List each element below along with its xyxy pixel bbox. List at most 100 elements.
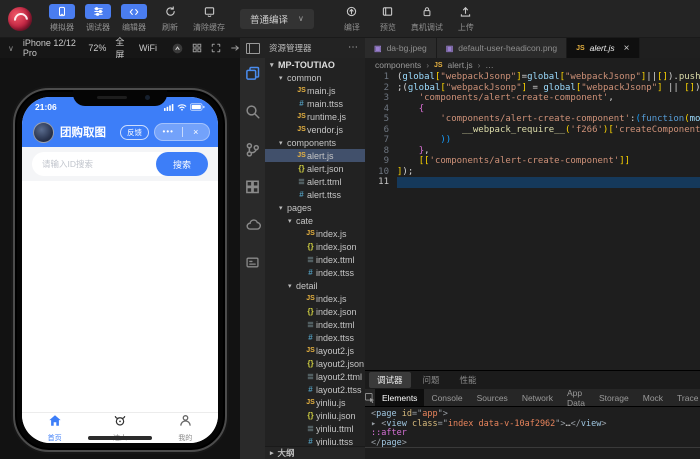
- tree-item[interactable]: #layout2.ttss: [265, 383, 365, 396]
- elements-tree[interactable]: <page id="app">▸ <view class="index data…: [365, 407, 700, 447]
- devtools-tab-storage[interactable]: Storage: [592, 389, 636, 406]
- tree-item[interactable]: ▾pages: [265, 201, 365, 214]
- tree-item[interactable]: #index.ttss: [265, 331, 365, 344]
- feedback-pill-button[interactable]: 反馈: [120, 125, 149, 140]
- network-mode[interactable]: WiFi: [139, 43, 157, 53]
- tree-item[interactable]: ≣layout2.ttml: [265, 370, 365, 383]
- outline-section[interactable]: ▸ 大纲: [265, 446, 365, 459]
- editor-tab[interactable]: ▣da-bg.jpeg: [365, 38, 437, 58]
- tree-item[interactable]: JSindex.js: [265, 227, 365, 240]
- code-lines[interactable]: 1(global["webpackJsonp"]=global["webpack…: [365, 72, 700, 188]
- editor-tab[interactable]: JSalert.js×: [567, 38, 639, 58]
- panel-tab[interactable]: 性能: [452, 372, 485, 388]
- compile-mode-select[interactable]: 普通编译 ∨: [240, 9, 314, 29]
- collapse-arrow-icon[interactable]: [230, 43, 240, 53]
- tree-item[interactable]: ≣index.ttml: [265, 318, 365, 331]
- grid-icon[interactable]: [192, 43, 202, 53]
- tree-item[interactable]: JSyinliu.js: [265, 396, 365, 409]
- dom-node-line[interactable]: ::after: [371, 429, 700, 439]
- breadcrumb-folder[interactable]: components: [375, 60, 421, 70]
- code-line[interactable]: 4 {: [365, 104, 700, 115]
- code-line[interactable]: 5 'components/alert-create-component':(f…: [365, 114, 700, 125]
- tree-item[interactable]: #index.ttss: [265, 266, 365, 279]
- tree-item[interactable]: JSlayout2.js: [265, 344, 365, 357]
- search-input[interactable]: 请输入ID搜索: [32, 152, 168, 176]
- avatar[interactable]: [33, 122, 54, 143]
- devtools-tab-app-data[interactable]: App Data: [560, 389, 592, 406]
- device-chevron-icon[interactable]: ∨: [8, 44, 14, 53]
- toolbar-simulator-button[interactable]: 模拟器: [49, 4, 75, 33]
- panel-tab[interactable]: 问题: [415, 372, 448, 388]
- tree-item[interactable]: #main.ttss: [265, 97, 365, 110]
- panel-tab[interactable]: 调试器: [369, 372, 411, 388]
- extensions-icon[interactable]: [245, 180, 261, 196]
- tree-item[interactable]: ≣yinliu.ttml: [265, 422, 365, 435]
- toolbar-editor-button[interactable]: 编辑器: [121, 4, 147, 33]
- tree-item[interactable]: JSalert.js: [265, 149, 365, 162]
- tree-item[interactable]: JSindex.js: [265, 292, 365, 305]
- screenshot-icon[interactable]: [211, 43, 221, 53]
- editor-tab[interactable]: ▣default-user-headicon.png: [437, 38, 567, 58]
- home-indicator[interactable]: [88, 436, 152, 440]
- toolbar-debugger-button[interactable]: 调试器: [85, 4, 111, 33]
- sidebar-panel-icon[interactable]: [246, 43, 260, 54]
- tree-item[interactable]: JSvendor.js: [265, 123, 365, 136]
- code-line[interactable]: 9 [['components/alert-create-component']…: [365, 156, 700, 167]
- breadcrumb-file[interactable]: alert.js: [448, 60, 473, 70]
- toolbar-refresh-button[interactable]: 刷新: [157, 4, 183, 33]
- tree-item[interactable]: {}yinliu.json: [265, 409, 365, 422]
- tree-item[interactable]: ▾common: [265, 71, 365, 84]
- more-menu-icon[interactable]: •••: [155, 129, 182, 135]
- more-actions-icon[interactable]: ⋯: [348, 45, 359, 51]
- zoom-level[interactable]: 72%: [88, 43, 106, 53]
- tree-item[interactable]: ≣index.ttml: [265, 253, 365, 266]
- toolbar-device-debug-button[interactable]: 真机调试: [411, 4, 443, 33]
- code-line[interactable]: 8 },: [365, 146, 700, 157]
- code-line[interactable]: 10]);: [365, 167, 700, 178]
- tabbar-item-我的[interactable]: 我的: [153, 413, 218, 443]
- dom-node-line[interactable]: ▸ <view class="index data-v-10af2962">…<…: [371, 420, 700, 430]
- devtools-tab-sources[interactable]: Sources: [470, 389, 515, 406]
- menu-circle-icon[interactable]: [172, 43, 183, 54]
- tree-root-item[interactable]: ▾MP-TOUTIAO: [265, 58, 365, 71]
- current-code-line[interactable]: 11: [365, 177, 700, 188]
- toolbar-upload-button[interactable]: 上传: [453, 4, 479, 33]
- console-drawer[interactable]: [365, 447, 700, 459]
- devtools-tab-elements[interactable]: Elements: [375, 389, 424, 406]
- close-miniapp-icon[interactable]: ×: [183, 127, 210, 137]
- inspect-element-icon[interactable]: [365, 393, 375, 403]
- tabbar-item-首页[interactable]: 首页: [22, 413, 87, 443]
- toolbar-preview-button[interactable]: 预览: [375, 4, 401, 33]
- close-icon[interactable]: ×: [624, 43, 630, 54]
- code-line[interactable]: 3 'components/alert-create-component',: [365, 93, 700, 104]
- tree-item[interactable]: ▾detail: [265, 279, 365, 292]
- tree-item[interactable]: ▾cate: [265, 214, 365, 227]
- devtools-tab-network[interactable]: Network: [515, 389, 560, 406]
- toolbar-clear-cache-button[interactable]: 清除缓存: [193, 4, 225, 33]
- tree-item[interactable]: JSruntime.js: [265, 110, 365, 123]
- code-editor[interactable]: components › JS alert.js › … 1(global["w…: [365, 58, 700, 370]
- tree-item[interactable]: {}index.json: [265, 305, 365, 318]
- tree-item[interactable]: JSmain.js: [265, 84, 365, 97]
- devtools-tab-trace[interactable]: Trace: [670, 389, 700, 406]
- code-line[interactable]: 7 )): [365, 135, 700, 146]
- cloud-icon[interactable]: [245, 218, 261, 234]
- source-control-icon[interactable]: [245, 142, 261, 158]
- tree-item[interactable]: ▾components: [265, 136, 365, 149]
- code-line[interactable]: 2;(global["webpackJsonp"] = global["webp…: [365, 83, 700, 94]
- search-button[interactable]: 搜索: [156, 152, 208, 176]
- code-line[interactable]: 6 __webpack_require__('f266')['createCom…: [365, 125, 700, 136]
- tree-item[interactable]: #alert.ttss: [265, 188, 365, 201]
- search-icon[interactable]: [245, 104, 261, 120]
- code-line[interactable]: 1(global["webpackJsonp"]=global["webpack…: [365, 72, 700, 83]
- device-name[interactable]: iPhone 12/12 Pro: [23, 38, 80, 58]
- tree-item[interactable]: {}alert.json: [265, 162, 365, 175]
- devtools-tab-console[interactable]: Console: [424, 389, 469, 406]
- tree-item[interactable]: ≣alert.ttml: [265, 175, 365, 188]
- explorer-icon[interactable]: [245, 66, 261, 82]
- tree-item[interactable]: {}index.json: [265, 240, 365, 253]
- tree-item[interactable]: {}layout2.json: [265, 357, 365, 370]
- devtools-tab-mock[interactable]: Mock: [636, 389, 670, 406]
- feedback-card-icon[interactable]: [245, 256, 261, 272]
- toolbar-compile-button[interactable]: 编译: [339, 4, 365, 33]
